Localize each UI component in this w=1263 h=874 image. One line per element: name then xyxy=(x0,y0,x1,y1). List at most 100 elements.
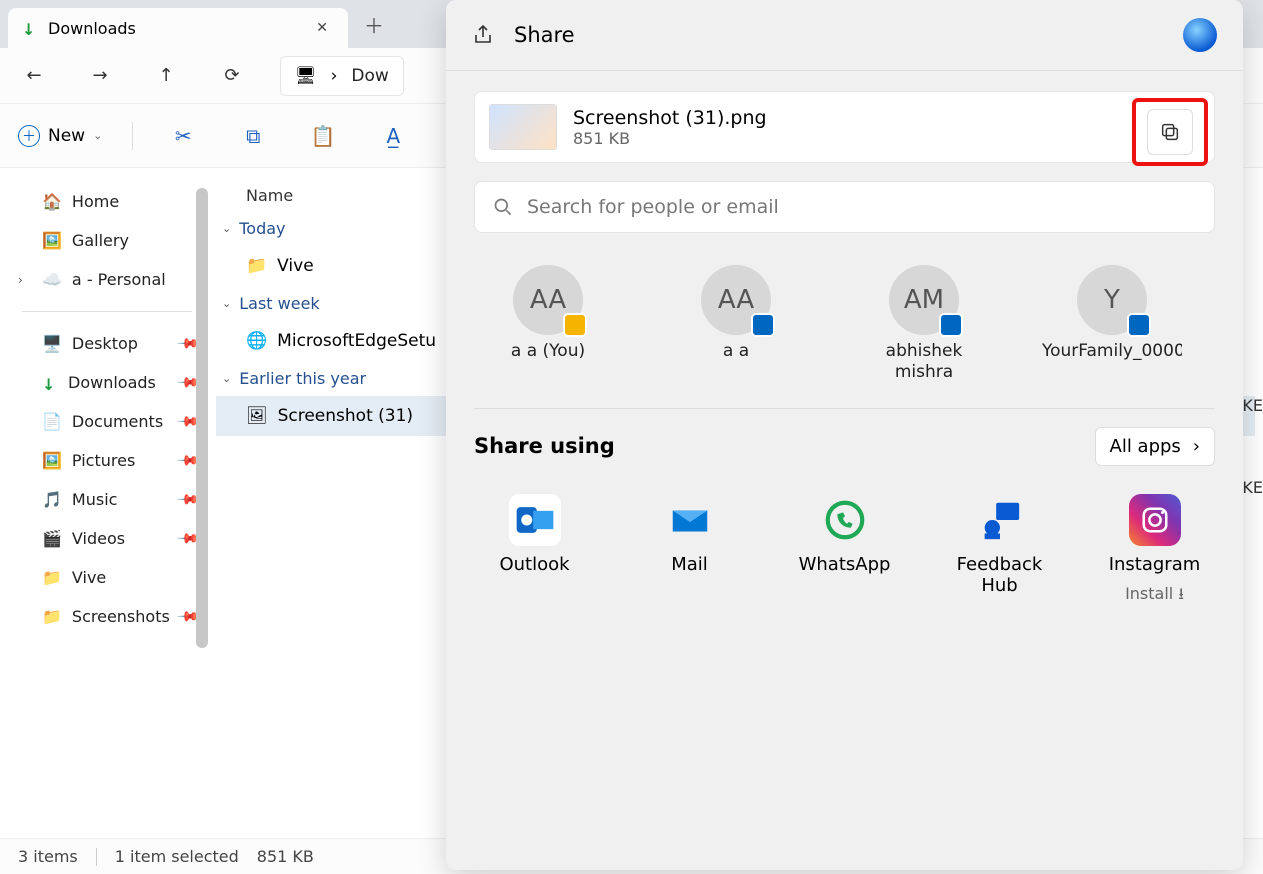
tab-title: Downloads xyxy=(48,19,300,38)
sidebar-item-label: a - Personal xyxy=(72,270,166,289)
install-row[interactable]: Install ⭳ xyxy=(1125,583,1184,610)
folder-icon xyxy=(42,568,62,587)
sidebar-item-screenshots[interactable]: Screenshots📌 xyxy=(8,597,206,636)
app-whatsapp[interactable]: WhatsApp xyxy=(790,494,899,610)
sidebar-item-label: Pictures xyxy=(72,451,135,470)
avatar-initials: AA xyxy=(530,285,566,315)
home-icon xyxy=(42,192,62,211)
app-feedback-hub[interactable]: Feedback Hub xyxy=(945,494,1054,610)
documents-icon xyxy=(42,412,62,431)
group-label: Last week xyxy=(239,294,319,313)
gallery-icon xyxy=(42,231,62,250)
sidebar-scrollbar[interactable] xyxy=(196,188,208,648)
all-apps-label: All apps xyxy=(1110,436,1181,457)
whatsapp-icon xyxy=(819,494,871,546)
share-file-size: 851 KB xyxy=(573,129,767,148)
contact-item[interactable]: Y YourFamily_00000000000000… xyxy=(1042,265,1182,384)
group-label: Earlier this year xyxy=(239,369,366,388)
app-label: WhatsApp xyxy=(799,554,891,575)
sidebar-item-label: Home xyxy=(72,192,119,211)
sidebar-item-documents[interactable]: Documents📌 xyxy=(8,402,206,441)
rename-button[interactable]: A̲ xyxy=(373,124,413,148)
new-tab-button[interactable]: ＋ xyxy=(354,10,394,39)
chevron-right-icon: › xyxy=(331,66,338,86)
sidebar-item-pictures[interactable]: Pictures📌 xyxy=(8,441,206,480)
share-using-header: Share using All apps › xyxy=(474,427,1215,466)
separator xyxy=(132,122,133,150)
sidebar-item-label: Videos xyxy=(72,529,125,548)
copy-file-button[interactable] xyxy=(1147,109,1193,155)
tab-downloads[interactable]: Downloads ✕ xyxy=(8,8,348,48)
chevron-right-icon: › xyxy=(1193,436,1200,457)
contact-avatar: Y xyxy=(1077,265,1147,335)
image-icon: 🖼 xyxy=(246,406,268,426)
sidebar-item-label: Music xyxy=(72,490,118,509)
app-label: Instagram xyxy=(1109,554,1201,575)
new-button-label: New xyxy=(48,126,85,146)
forward-button[interactable]: → xyxy=(82,58,118,94)
separator xyxy=(474,408,1215,409)
back-button[interactable]: ← xyxy=(16,58,52,94)
up-button[interactable]: ↑ xyxy=(148,58,184,94)
videos-icon xyxy=(42,529,62,548)
all-apps-button[interactable]: All apps › xyxy=(1095,427,1216,466)
plus-circle-icon: ＋ xyxy=(18,125,40,147)
contact-item[interactable]: AA a a xyxy=(666,265,806,384)
sidebar-item-personal[interactable]: › a - Personal xyxy=(8,260,206,299)
app-instagram[interactable]: Instagram Install ⭳ xyxy=(1100,494,1209,610)
share-apps: Outlook Mail WhatsApp Feedback Hub Insta… xyxy=(474,494,1215,610)
app-mail[interactable]: Mail xyxy=(635,494,744,610)
sidebar-item-music[interactable]: Music📌 xyxy=(8,480,206,519)
contact-name: YourFamily_00000000000000… xyxy=(1042,341,1182,362)
contact-name: abhishek mishra xyxy=(854,341,994,384)
sidebar-item-label: Gallery xyxy=(72,231,129,250)
share-contacts: AA a a (You) AA a a AM abhishek mishra Y… xyxy=(474,265,1215,384)
group-label: Today xyxy=(239,219,285,238)
desktop-icon xyxy=(42,334,62,353)
sidebar-item-home[interactable]: Home xyxy=(8,182,206,221)
sidebar-item-videos[interactable]: Videos📌 xyxy=(8,519,206,558)
paste-button[interactable]: 📋 xyxy=(303,124,343,148)
contact-avatar: AA xyxy=(701,265,771,335)
music-icon xyxy=(42,490,62,509)
status-item-count: 3 items xyxy=(18,847,78,866)
share-title: Share xyxy=(514,23,575,47)
share-icon xyxy=(472,23,496,47)
install-label: Install xyxy=(1125,584,1173,603)
app-label: Outlook xyxy=(499,554,569,575)
contact-item[interactable]: AA a a (You) xyxy=(478,265,618,384)
address-bar[interactable]: › Dow xyxy=(280,56,404,96)
copy-button[interactable]: ⧉ xyxy=(233,124,273,148)
contact-name: a a xyxy=(723,341,749,362)
app-outlook[interactable]: Outlook xyxy=(480,494,589,610)
feedback-hub-icon xyxy=(974,494,1026,546)
obscured-text: KE xyxy=(1242,396,1263,415)
sidebar-item-vive[interactable]: Vive xyxy=(8,558,206,597)
sidebar-item-label: Documents xyxy=(72,412,163,431)
breadcrumb[interactable]: Dow xyxy=(351,66,388,86)
chevron-down-icon: ⌄ xyxy=(222,372,231,385)
sidebar-item-gallery[interactable]: Gallery xyxy=(8,221,206,260)
share-search-input[interactable]: Search for people or email xyxy=(474,181,1215,233)
contact-name: a a (You) xyxy=(511,341,585,362)
share-file-name: Screenshot (31).png xyxy=(573,107,767,129)
file-name: Screenshot (31) xyxy=(278,406,413,426)
share-flyout: Share Screenshot (31).png 851 KB Search … xyxy=(446,0,1243,870)
tab-close-button[interactable]: ✕ xyxy=(310,18,334,38)
avatar-initials: AA xyxy=(718,285,754,315)
new-button[interactable]: ＋ New ⌄ xyxy=(18,125,102,147)
refresh-button[interactable]: ⟳ xyxy=(214,58,250,94)
sidebar-item-downloads[interactable]: Downloads📌 xyxy=(8,363,206,402)
chevron-right-icon[interactable]: › xyxy=(18,273,23,287)
user-avatar[interactable] xyxy=(1183,18,1217,52)
sidebar-item-desktop[interactable]: Desktop📌 xyxy=(8,324,206,363)
contact-item[interactable]: AM abhishek mishra xyxy=(854,265,994,384)
instagram-icon xyxy=(1129,494,1181,546)
chevron-down-icon: ⌄ xyxy=(222,297,231,310)
folder-icon xyxy=(246,256,267,276)
mail-badge-icon xyxy=(563,313,587,337)
separator xyxy=(22,311,192,312)
share-using-title: Share using xyxy=(474,434,615,458)
outlook-badge-icon xyxy=(939,313,963,337)
cut-button[interactable]: ✂ xyxy=(163,124,203,148)
